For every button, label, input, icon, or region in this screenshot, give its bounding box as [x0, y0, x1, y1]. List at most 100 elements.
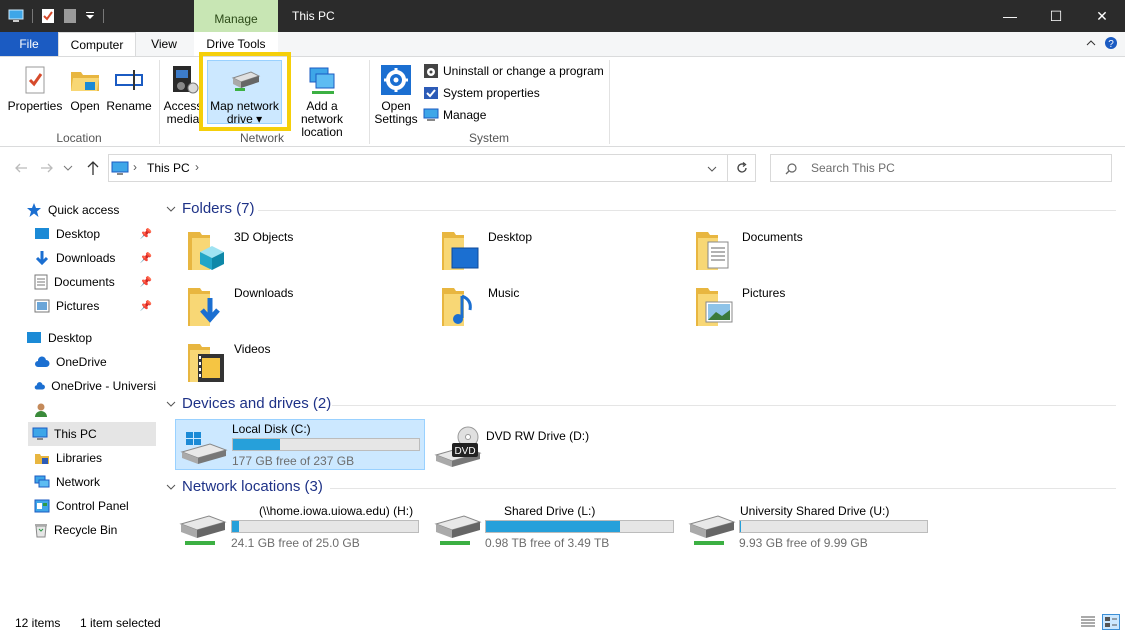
drive-usage-bar	[232, 438, 420, 451]
network-drive-tile-h[interactable]: (\\home.iowa.uiowa.edu) (H:) 24.1 GB fre…	[175, 502, 425, 553]
address-bar[interactable]: › This PC ›	[108, 154, 728, 182]
sidebar-item-this-pc[interactable]: This PC	[28, 422, 156, 446]
properties-icon	[25, 66, 45, 94]
add-network-location-button[interactable]: Add a network location	[284, 64, 360, 139]
sidebar-item-qa-desktop[interactable]: Desktop 📌	[34, 222, 156, 246]
sidebar-item-control-panel[interactable]: Control Panel	[34, 494, 156, 518]
computer-management-icon	[423, 108, 439, 121]
maximize-button[interactable]: ☐	[1033, 0, 1079, 32]
network-drive-tile-u[interactable]: University Shared Drive (U:) 9.93 GB fre…	[684, 502, 934, 553]
sidebar-item-libraries[interactable]: Libraries	[34, 446, 156, 470]
tab-file[interactable]: File	[0, 32, 58, 56]
collapse-ribbon-icon[interactable]	[1086, 38, 1096, 48]
open-settings-button[interactable]: Open Settings	[372, 64, 420, 126]
tab-view[interactable]: View	[138, 32, 190, 56]
pin-icon[interactable]: 📌	[140, 253, 152, 264]
location-group-label: Location	[56, 131, 102, 145]
section-divider	[258, 210, 1116, 211]
refresh-icon	[737, 162, 747, 173]
qat-dropdown-icon[interactable]	[85, 11, 95, 21]
drive-name: Local Disk (C:)	[232, 422, 311, 436]
folder-tile-3d-objects[interactable]: 3D Objects	[186, 230, 293, 272]
pin-icon[interactable]: 📌	[140, 301, 152, 312]
details-view-icon[interactable]	[1080, 615, 1096, 629]
section-divider	[330, 488, 1116, 489]
sidebar-item-recycle-bin[interactable]: Recycle Bin	[34, 518, 156, 542]
sidebar-item-qa-downloads[interactable]: Downloads 📌	[34, 246, 156, 270]
breadcrumb-chevron-icon[interactable]: ›	[195, 160, 199, 174]
drive-tile-local-disk[interactable]: Local Disk (C:) 177 GB free of 237 GB	[175, 419, 425, 470]
network-locations-section-header[interactable]: Network locations (3)	[166, 478, 323, 495]
folder-tile-desktop[interactable]: Desktop	[440, 230, 532, 272]
up-arrow-icon[interactable]	[86, 160, 100, 176]
quick-access-toolbar	[8, 8, 104, 24]
drive-free-space: 9.93 GB free of 9.99 GB	[739, 536, 868, 550]
drive-name: University Shared Drive (U:)	[740, 504, 890, 518]
cloud-icon	[35, 356, 50, 367]
folder-tile-documents[interactable]: Documents	[694, 230, 803, 272]
network-drive-tile-l[interactable]: Shared Drive (L:) 0.98 TB free of 3.49 T…	[430, 502, 680, 553]
folder-name: Desktop	[488, 230, 533, 244]
windows-drive-icon	[180, 432, 228, 464]
system-group-label: System	[468, 131, 509, 145]
folder-tile-music[interactable]: Music	[440, 286, 519, 328]
recycle-bin-icon	[35, 524, 47, 538]
folder-tile-downloads[interactable]: Downloads	[186, 286, 293, 328]
breadcrumb-separator-icon[interactable]: ›	[133, 160, 137, 174]
sidebar-label: Desktop	[56, 227, 101, 241]
sidebar-item-network[interactable]: Network	[34, 470, 156, 494]
sidebar-item-qa-pictures[interactable]: Pictures 📌	[34, 294, 156, 318]
access-media-button[interactable]: Access media	[163, 64, 203, 126]
tab-computer[interactable]: Computer	[58, 32, 136, 56]
sidebar-item-desktop[interactable]: Desktop	[26, 326, 156, 350]
properties-button[interactable]: Properties	[6, 64, 64, 113]
this-pc-icon[interactable]	[8, 9, 24, 23]
rename-button[interactable]: Rename	[106, 64, 152, 113]
add-network-location-label-1: Add a network	[300, 99, 344, 126]
devices-section-header[interactable]: Devices and drives (2)	[166, 395, 331, 412]
recent-locations-chevron-icon[interactable]	[63, 164, 73, 172]
address-dropdown-icon[interactable]	[707, 165, 717, 173]
forward-arrow-icon[interactable]	[40, 162, 54, 174]
folder-name: Videos	[234, 342, 271, 356]
breadcrumb-this-pc[interactable]: This PC	[147, 161, 190, 175]
pin-icon[interactable]: 📌	[140, 229, 152, 240]
sidebar-item-onedrive[interactable]: OneDrive	[34, 350, 156, 374]
map-network-drive-highlight	[199, 52, 291, 131]
close-button[interactable]: ✕	[1079, 0, 1125, 32]
drive-tile-dvd[interactable]: DVD DVD RW Drive (D:)	[430, 419, 680, 470]
pin-icon[interactable]: 📌	[140, 277, 152, 288]
collapse-chevron-icon	[166, 206, 176, 212]
folder-name: Downloads	[234, 286, 294, 300]
folders-section-header[interactable]: Folders (7)	[166, 200, 255, 217]
sidebar-item-qa-documents[interactable]: Documents 📌	[34, 270, 156, 294]
drive-name: (\\home.iowa.uiowa.edu) (H:)	[259, 504, 414, 518]
sidebar-item-user[interactable]	[34, 398, 156, 422]
back-arrow-icon[interactable]	[14, 162, 28, 174]
new-folder-qat-icon[interactable]	[63, 8, 77, 24]
help-icon[interactable]: ?	[1104, 36, 1118, 50]
refresh-button[interactable]	[728, 154, 756, 182]
search-icon	[785, 163, 797, 175]
sidebar-label: Network	[56, 475, 101, 489]
tiles-view-icon[interactable]	[1102, 614, 1120, 630]
search-box[interactable]: Search This PC	[770, 154, 1112, 182]
folder-tile-videos[interactable]: Videos	[186, 342, 270, 384]
sidebar-item-quick-access[interactable]: Quick access	[26, 198, 156, 222]
desktop-folder-icon	[442, 232, 479, 270]
pictures-icon	[34, 299, 50, 313]
system-properties-button[interactable]: System properties	[423, 85, 540, 101]
properties-qat-icon[interactable]	[41, 8, 55, 24]
manage-context-tab[interactable]: Manage	[194, 0, 278, 32]
search-placeholder: Search This PC	[811, 161, 895, 175]
network-locations-header-label: Network locations (3)	[182, 478, 323, 495]
uninstall-program-button[interactable]: Uninstall or change a program	[423, 63, 604, 79]
3d-objects-folder-icon	[188, 232, 224, 270]
sidebar-item-onedrive-university[interactable]: OneDrive - Universi	[34, 374, 156, 398]
folder-tile-pictures[interactable]: Pictures	[694, 286, 785, 328]
download-arrow-icon	[35, 251, 49, 266]
cloud-icon	[34, 382, 45, 390]
manage-button[interactable]: Manage	[423, 107, 486, 123]
open-button[interactable]: Open	[66, 64, 104, 113]
minimize-button[interactable]: —	[987, 0, 1033, 32]
